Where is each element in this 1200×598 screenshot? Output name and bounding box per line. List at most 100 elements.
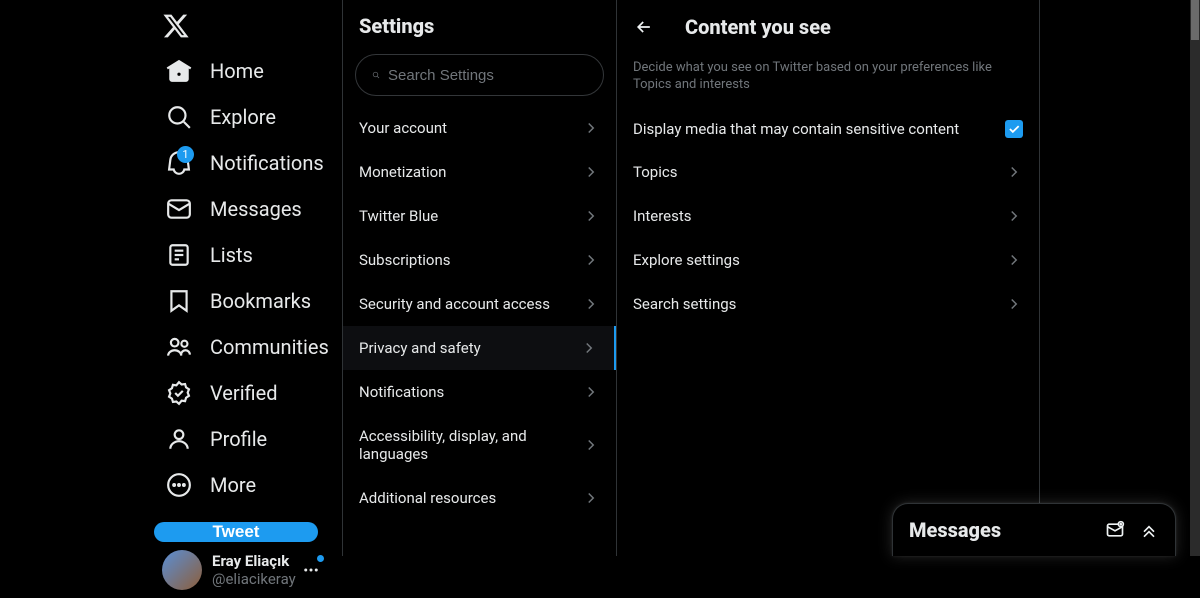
link-label: Search settings <box>633 295 736 313</box>
primary-sidebar: Home Explore 1 Notifications Messages Li… <box>0 0 342 556</box>
bell-icon: 1 <box>166 150 192 176</box>
nav-label: Notifications <box>210 151 324 175</box>
more-icon <box>302 561 320 579</box>
settings-item-additional[interactable]: Additional resources <box>343 476 616 520</box>
logo[interactable] <box>154 8 342 48</box>
user-handle: @eliacikeray <box>212 570 302 588</box>
nav-label: Explore <box>210 105 276 129</box>
nav-notifications[interactable]: 1 Notifications <box>154 140 336 186</box>
link-topics[interactable]: Topics <box>617 150 1039 194</box>
chevron-right-icon <box>1005 163 1023 181</box>
settings-item-your-account[interactable]: Your account <box>343 106 616 150</box>
more-circle-icon <box>166 472 192 498</box>
bookmark-icon <box>166 288 192 314</box>
settings-item-label: Twitter Blue <box>359 207 438 225</box>
search-icon <box>372 67 380 83</box>
chevron-right-icon <box>582 489 600 507</box>
chevron-right-icon <box>582 295 600 313</box>
nav-label: Home <box>210 59 264 83</box>
settings-item-label: Your account <box>359 119 447 137</box>
chevron-right-icon <box>580 339 598 357</box>
link-label: Topics <box>633 163 677 181</box>
nav-lists[interactable]: Lists <box>154 232 265 278</box>
chevron-right-icon <box>582 251 600 269</box>
user-display-name: Eray Eliaçık <box>212 552 302 570</box>
nav-label: Communities <box>210 335 329 359</box>
detail-column: Content you see Decide what you see on T… <box>617 0 1040 556</box>
settings-item-accessibility[interactable]: Accessibility, display, and languages <box>343 414 616 476</box>
scrollbar[interactable] <box>1190 0 1200 556</box>
toggle-label: Display media that may contain sensitive… <box>633 120 959 138</box>
link-interests[interactable]: Interests <box>617 194 1039 238</box>
mail-icon <box>166 196 192 222</box>
nav-more[interactable]: More <box>154 462 268 508</box>
chevron-right-icon <box>582 119 600 137</box>
verified-icon <box>166 380 192 406</box>
settings-item-label: Additional resources <box>359 489 496 507</box>
link-search-settings[interactable]: Search settings <box>617 282 1039 326</box>
settings-item-twitter-blue[interactable]: Twitter Blue <box>343 194 616 238</box>
checkbox-checked[interactable] <box>1005 120 1023 138</box>
new-message-button[interactable] <box>1105 520 1125 540</box>
settings-item-privacy[interactable]: Privacy and safety <box>343 326 616 370</box>
back-button[interactable] <box>627 10 661 44</box>
home-icon <box>166 58 192 84</box>
settings-column: Settings Your account Monetization Twitt… <box>342 0 617 556</box>
nav-home[interactable]: Home <box>154 48 276 94</box>
detail-title: Content you see <box>685 15 831 39</box>
arrow-left-icon <box>634 17 654 37</box>
link-label: Explore settings <box>633 251 740 269</box>
settings-item-label: Security and account access <box>359 295 550 313</box>
link-label: Interests <box>633 207 692 225</box>
nav-label: More <box>210 473 256 497</box>
people-icon <box>166 334 192 360</box>
nav-label: Messages <box>210 197 302 221</box>
search-settings-input[interactable] <box>388 67 587 84</box>
person-icon <box>166 426 192 452</box>
settings-title: Settings <box>359 14 600 38</box>
settings-item-notifications[interactable]: Notifications <box>343 370 616 414</box>
nav-label: Profile <box>210 427 267 451</box>
account-switcher[interactable]: Eray Eliaçık @eliacikeray <box>154 542 332 598</box>
settings-item-monetization[interactable]: Monetization <box>343 150 616 194</box>
nav-messages[interactable]: Messages <box>154 186 314 232</box>
scrollbar-thumb[interactable] <box>1191 0 1199 40</box>
expand-dock-button[interactable] <box>1139 520 1159 540</box>
nav-profile[interactable]: Profile <box>154 416 279 462</box>
nav-communities[interactable]: Communities <box>154 324 341 370</box>
chevron-right-icon <box>582 383 600 401</box>
nav-explore[interactable]: Explore <box>154 94 288 140</box>
x-logo-icon <box>162 12 190 40</box>
search-icon <box>166 104 192 130</box>
list-icon <box>166 242 192 268</box>
indicator-dot <box>317 555 324 562</box>
chevron-right-icon <box>1005 251 1023 269</box>
settings-item-security[interactable]: Security and account access <box>343 282 616 326</box>
new-message-icon <box>1105 520 1125 540</box>
detail-description: Decide what you see on Twitter based on … <box>617 52 1039 108</box>
avatar <box>162 550 202 590</box>
link-explore-settings[interactable]: Explore settings <box>617 238 1039 282</box>
nav-label: Verified <box>210 381 278 405</box>
nav-label: Bookmarks <box>210 289 311 313</box>
nav-bookmarks[interactable]: Bookmarks <box>154 278 323 324</box>
chevron-right-icon <box>582 207 600 225</box>
sensitive-content-toggle[interactable]: Display media that may contain sensitive… <box>617 108 1039 150</box>
settings-item-label: Privacy and safety <box>359 339 481 357</box>
notification-badge: 1 <box>177 146 194 163</box>
settings-item-label: Notifications <box>359 383 444 401</box>
nav-label: Lists <box>210 243 253 267</box>
chevron-right-icon <box>582 163 600 181</box>
check-icon <box>1007 122 1021 136</box>
settings-item-label: Monetization <box>359 163 446 181</box>
chevron-double-up-icon <box>1139 520 1159 540</box>
messages-dock[interactable]: Messages <box>892 503 1176 556</box>
settings-item-subscriptions[interactable]: Subscriptions <box>343 238 616 282</box>
settings-item-label: Accessibility, display, and languages <box>359 427 582 463</box>
search-settings-box[interactable] <box>355 54 604 96</box>
tweet-button[interactable]: Tweet <box>154 522 318 542</box>
settings-item-label: Subscriptions <box>359 251 450 269</box>
nav-verified[interactable]: Verified <box>154 370 290 416</box>
chevron-right-icon <box>1005 207 1023 225</box>
chevron-right-icon <box>1005 295 1023 313</box>
